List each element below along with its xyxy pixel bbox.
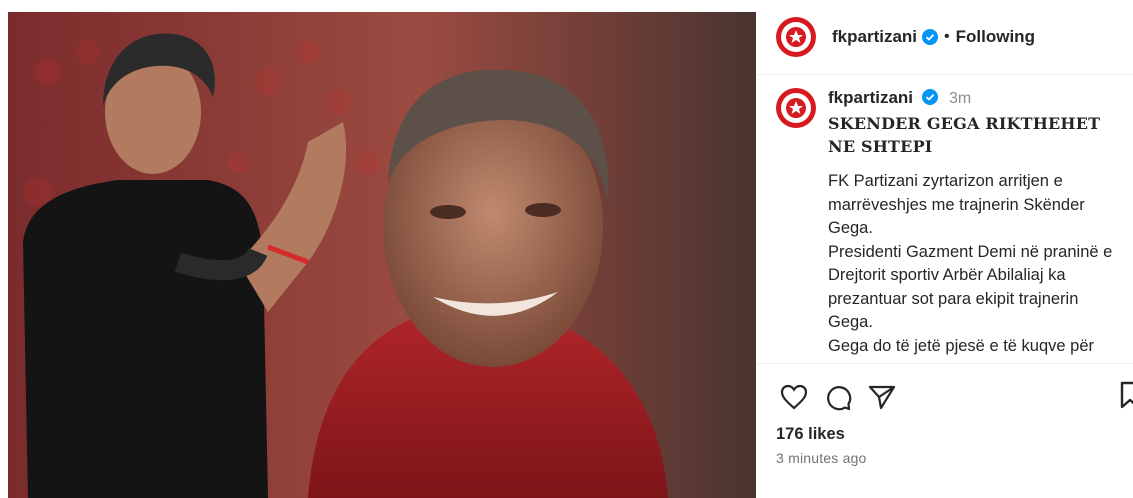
- like-button[interactable]: [776, 379, 812, 415]
- following-button[interactable]: Following: [956, 27, 1035, 47]
- comment-icon: [827, 386, 852, 411]
- account-username[interactable]: fkpartizani: [832, 27, 917, 47]
- verified-badge-icon: [922, 29, 939, 45]
- caption-time[interactable]: 3m: [949, 90, 971, 107]
- caption-row: fkpartizani 3m SKENDER GEGA RIKTHEHET NE…: [776, 88, 1133, 358]
- save-icon: [1120, 381, 1133, 408]
- like-icon: [780, 384, 808, 410]
- header-separator: •: [944, 28, 950, 45]
- likes-count[interactable]: 176 likes: [776, 425, 845, 444]
- share-button[interactable]: [864, 379, 900, 415]
- action-bar: [776, 378, 1133, 416]
- post-sidebar: fkpartizani • Following fkpartizani 3m S…: [756, 0, 1133, 498]
- caption-body: fkpartizani 3m SKENDER GEGA RIKTHEHET NE…: [828, 88, 1118, 358]
- comment-button[interactable]: [820, 379, 856, 415]
- caption-text: FK Partizani zyrtarizon arritjen e marrë…: [828, 172, 1113, 355]
- save-button[interactable]: [1119, 381, 1133, 414]
- post-photo-illustration: [8, 12, 756, 498]
- caption-username[interactable]: fkpartizani: [828, 88, 913, 107]
- caption-section: fkpartizani 3m SKENDER GEGA RIKTHEHET NE…: [776, 88, 1133, 364]
- account-avatar[interactable]: [776, 17, 816, 57]
- club-crest-icon: [781, 22, 811, 52]
- share-icon: [868, 385, 896, 410]
- verified-badge-icon: [922, 89, 939, 105]
- post-timestamp[interactable]: 3 minutes ago: [776, 450, 867, 466]
- section-divider: [756, 363, 1133, 364]
- caption-title: SKENDER GEGA RIKTHEHET NE SHTEPI: [828, 114, 1101, 156]
- post-image[interactable]: [8, 12, 756, 498]
- caption-avatar[interactable]: [776, 88, 816, 128]
- club-crest-icon: [781, 93, 811, 123]
- post-header: fkpartizani • Following: [756, 0, 1133, 75]
- caption-meta: fkpartizani 3m: [828, 88, 1118, 108]
